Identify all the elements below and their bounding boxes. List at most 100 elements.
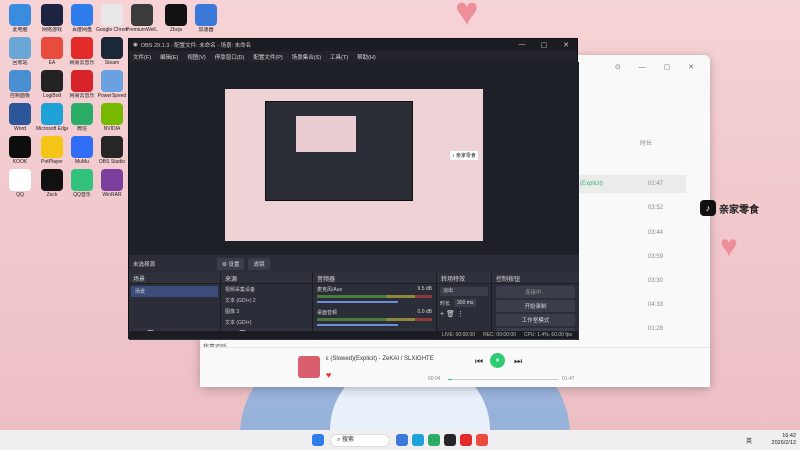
desktop-icon[interactable]: 控制面板 (4, 70, 36, 99)
source-toolbar: 未选择源 ⚙ 设置 滤镜 (129, 255, 579, 273)
desktop-icon[interactable]: Google Chrome (96, 4, 128, 33)
maximize-button[interactable]: ▢ (533, 41, 555, 49)
preview-canvas[interactable]: ♪ 亲家零食 (225, 89, 483, 241)
input-method[interactable]: 英 (746, 436, 752, 445)
desktop-icon[interactable]: KOOK (4, 136, 36, 165)
desktop-icon[interactable]: NVIDIA (96, 103, 128, 132)
desktop-icon[interactable]: QQ音乐 (66, 169, 98, 198)
minimize-button[interactable]: — (511, 41, 533, 49)
desktop-icon[interactable]: OBS Studio (96, 136, 128, 165)
desktop-icon[interactable]: Microsoft Edge (36, 103, 68, 132)
edge-icon[interactable] (412, 434, 424, 446)
clock-time: 16:42 (782, 433, 796, 439)
more-icon[interactable]: ⋮ (457, 311, 464, 318)
mixer-dock: 音频器 麦克风/Aux9.5 dB 桌面音频0.0 dB ⚙⋮ (313, 273, 437, 340)
filters-button[interactable]: 滤镜 (248, 258, 270, 270)
desktop-icon[interactable]: 加速器 (190, 4, 222, 33)
desktop-icon[interactable]: 网络游戏 (36, 4, 68, 33)
obs-window-title: OBS 29.1.3 - 配置文件: 未命名 - 场景: 未命名 (140, 43, 252, 49)
volume-meter (317, 318, 432, 321)
app-icon (71, 169, 93, 191)
desktop-icon[interactable]: 微信 (66, 103, 98, 132)
controls-header: 控制按钮 (492, 273, 579, 284)
desktop-icon[interactable]: PremiumWell... (126, 4, 158, 33)
volume-meter (317, 295, 432, 298)
app-icon (9, 103, 31, 125)
like-heart-icon[interactable]: ♥ (326, 370, 331, 380)
app-icon (41, 136, 63, 158)
desktop-icon-label: PotPlayer (41, 159, 63, 165)
desktop-icon[interactable]: 此电脑 (4, 4, 36, 33)
source-item[interactable]: 文本 (GDI+) (221, 317, 312, 328)
desktop-icon[interactable]: Steam (96, 37, 128, 66)
transition-actions: + 🗑 ⋮ (440, 310, 488, 318)
menu-item[interactable]: 编辑(E) (160, 53, 178, 61)
desktop-icon[interactable]: 回收站 (4, 37, 36, 66)
desktop-icon[interactable]: LogiBolt (36, 70, 68, 99)
source-item[interactable]: 视频采集设备 (221, 284, 312, 295)
mixer-channel: 桌面音频 0.0 dB (313, 305, 436, 330)
desktop-icon[interactable]: EA (36, 37, 68, 66)
stream-button[interactable]: 连接中... (496, 286, 575, 298)
desktop-icon[interactable]: 网易云音乐 (66, 37, 98, 66)
taskbar: ⌕ 搜索 英 16:42 2026/2/12 (0, 430, 800, 450)
desktop-icon[interactable]: 网易云音乐 (66, 70, 98, 99)
desktop-icon[interactable]: QQ (4, 169, 36, 198)
heart-decoration: ♥ (455, 0, 479, 34)
scene-item[interactable]: 场景 (131, 286, 218, 297)
desktop-icon[interactable]: MuMu (66, 136, 98, 165)
watermark: ♪ 亲家零食 (700, 200, 759, 216)
desktop-icon-label: MuMu (75, 159, 89, 165)
desktop-icon[interactable]: PowerSpeed (96, 70, 128, 99)
pause-button[interactable]: ⏸ (490, 353, 505, 368)
clock[interactable]: 16:42 2026/2/12 (772, 433, 796, 447)
trash-icon[interactable]: 🗑 (446, 311, 457, 318)
desktop-icon[interactable]: 百度网盘 (66, 4, 98, 33)
volume-slider[interactable] (317, 301, 398, 303)
source-item[interactable]: 图像 3 (221, 306, 312, 317)
start-icon[interactable] (312, 434, 324, 446)
menu-item[interactable]: 配置文件(P) (253, 53, 282, 61)
app-taskbar-icon[interactable] (476, 434, 488, 446)
app-icon (101, 70, 123, 92)
source-item[interactable]: 文本 (GDI+) 2 (221, 295, 312, 306)
desktop-icon[interactable]: PotPlayer (36, 136, 68, 165)
duration-input[interactable]: 300 ms (454, 299, 477, 307)
properties-button[interactable]: ⚙ 设置 (217, 258, 245, 270)
desktop-icon[interactable]: Word (4, 103, 36, 132)
desktop-icon-label: Steam (104, 60, 120, 66)
record-button[interactable]: 开始录制 (496, 300, 575, 312)
album-cover[interactable] (298, 356, 320, 378)
rec-status: REC: 00:00:00 (483, 332, 516, 338)
menu-item[interactable]: 停靠窗口(D) (215, 53, 245, 61)
studio-mode-button[interactable]: 工作室模式 (496, 314, 575, 326)
menu-item[interactable]: 帮助(H) (357, 53, 376, 61)
desktop-icon-label: PremiumWell... (126, 27, 158, 33)
menu-item[interactable]: 场景集合(S) (292, 53, 321, 61)
file-explorer-icon[interactable] (396, 434, 408, 446)
music-taskbar-icon[interactable] (460, 434, 472, 446)
desktop-icon[interactable]: WinRAR (96, 169, 128, 198)
next-track-icon[interactable]: ⏭ (514, 356, 522, 367)
close-button[interactable]: ✕ (555, 41, 577, 49)
app-icon (195, 4, 217, 26)
menu-item[interactable]: 工具(T) (330, 53, 348, 61)
obs-taskbar-icon[interactable] (444, 434, 456, 446)
desktop-icon[interactable]: Zbojs (160, 4, 192, 33)
app-icon (71, 103, 93, 125)
previous-track-icon[interactable]: ⏮ (475, 356, 483, 367)
menu-item[interactable]: 文件(F) (133, 53, 151, 61)
volume-slider[interactable] (317, 324, 398, 326)
desktop-icon[interactable]: Zeck (36, 169, 68, 198)
player-bar: ε (Slowed)(Explicit) - ZeKAI / SLXIGHTE … (200, 347, 710, 387)
transition-select[interactable]: 淡出 (440, 287, 488, 296)
clock-date: 2026/2/12 (771, 440, 796, 446)
sources-header: 来源 (221, 273, 312, 284)
taskbar-search[interactable]: ⌕ 搜索 (330, 433, 390, 447)
nested-preview-inner (296, 116, 356, 152)
progress-track[interactable] (448, 379, 558, 380)
song-duration: 03:30 (648, 278, 664, 284)
menu-item[interactable]: 视图(V) (187, 53, 205, 61)
wechat-icon[interactable] (428, 434, 440, 446)
music-window-controls[interactable]: ⊙ — ▢ ✕ (615, 63, 702, 71)
